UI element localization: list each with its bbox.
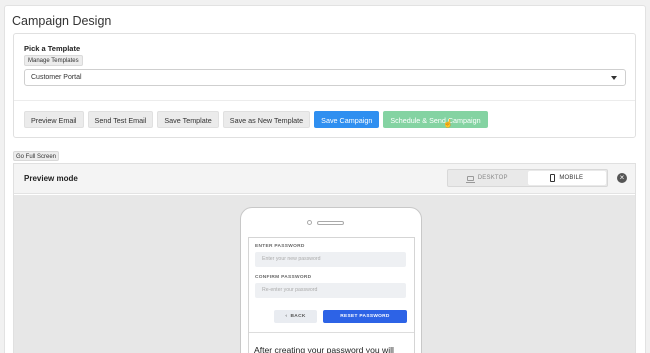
reset-password-button[interactable]: RESET PASSWORD xyxy=(323,310,407,323)
divider xyxy=(249,332,414,333)
desktop-label: DESKTOP xyxy=(477,175,508,181)
save-campaign-button[interactable]: Save Campaign xyxy=(314,111,380,128)
back-button[interactable]: ‹ BACK xyxy=(274,310,317,323)
preview-panel: Preview mode DESKTOP MOBILE × ENTER PASS… xyxy=(13,163,636,353)
close-icon[interactable]: × xyxy=(617,173,627,183)
confirm-password-field[interactable]: Re-enter your password xyxy=(255,283,406,298)
chevron-left-icon: ‹ xyxy=(285,314,288,319)
save-template-button[interactable]: Save Template xyxy=(157,111,219,128)
mobile-icon xyxy=(550,174,556,182)
desktop-icon xyxy=(465,175,475,183)
go-full-screen-button[interactable]: Go Full Screen xyxy=(13,151,60,161)
mobile-label: MOBILE xyxy=(559,175,584,181)
template-select-value: Customer Portal xyxy=(31,74,82,81)
confirm-password-label: CONFIRM PASSWORD xyxy=(255,275,312,280)
template-panel: Pick a Template Manage Templates Custome… xyxy=(13,33,636,138)
speaker-icon xyxy=(317,221,344,225)
pointer-cursor-icon: ☝ xyxy=(443,119,454,128)
action-buttons: Preview Email Send Test Email Save Templ… xyxy=(24,111,488,128)
chevron-down-icon xyxy=(611,76,617,80)
email-body-text: After creating your password you will xyxy=(254,345,394,353)
divider xyxy=(14,100,635,101)
send-test-email-button[interactable]: Send Test Email xyxy=(87,111,154,128)
email-screen: ENTER PASSWORD Enter your new password C… xyxy=(248,237,415,353)
enter-password-label: ENTER PASSWORD xyxy=(255,244,305,249)
back-label: BACK xyxy=(290,314,306,319)
camera-icon xyxy=(307,220,312,225)
preview-canvas: ENTER PASSWORD Enter your new password C… xyxy=(14,195,635,353)
template-select[interactable]: Customer Portal xyxy=(24,69,626,86)
preview-email-button[interactable]: Preview Email xyxy=(24,111,84,128)
page-title: Campaign Design xyxy=(12,14,112,28)
enter-password-field[interactable]: Enter your new password xyxy=(255,252,406,267)
template-label: Pick a Template xyxy=(24,44,81,53)
phone-frame: ENTER PASSWORD Enter your new password C… xyxy=(240,207,422,353)
schedule-send-label: Schedule & Send Campaign xyxy=(390,116,481,125)
manage-templates-button[interactable]: Manage Templates xyxy=(24,55,83,66)
preview-title: Preview mode xyxy=(24,174,78,183)
schedule-send-campaign-button[interactable]: Schedule & Send Campaign ☝ xyxy=(383,111,488,128)
save-as-new-template-button[interactable]: Save as New Template xyxy=(222,111,311,128)
preview-header: Preview mode DESKTOP MOBILE × xyxy=(14,164,635,194)
desktop-toggle[interactable]: DESKTOP xyxy=(448,170,527,186)
mobile-toggle[interactable]: MOBILE xyxy=(527,171,606,185)
device-toggle: DESKTOP MOBILE xyxy=(447,169,608,187)
